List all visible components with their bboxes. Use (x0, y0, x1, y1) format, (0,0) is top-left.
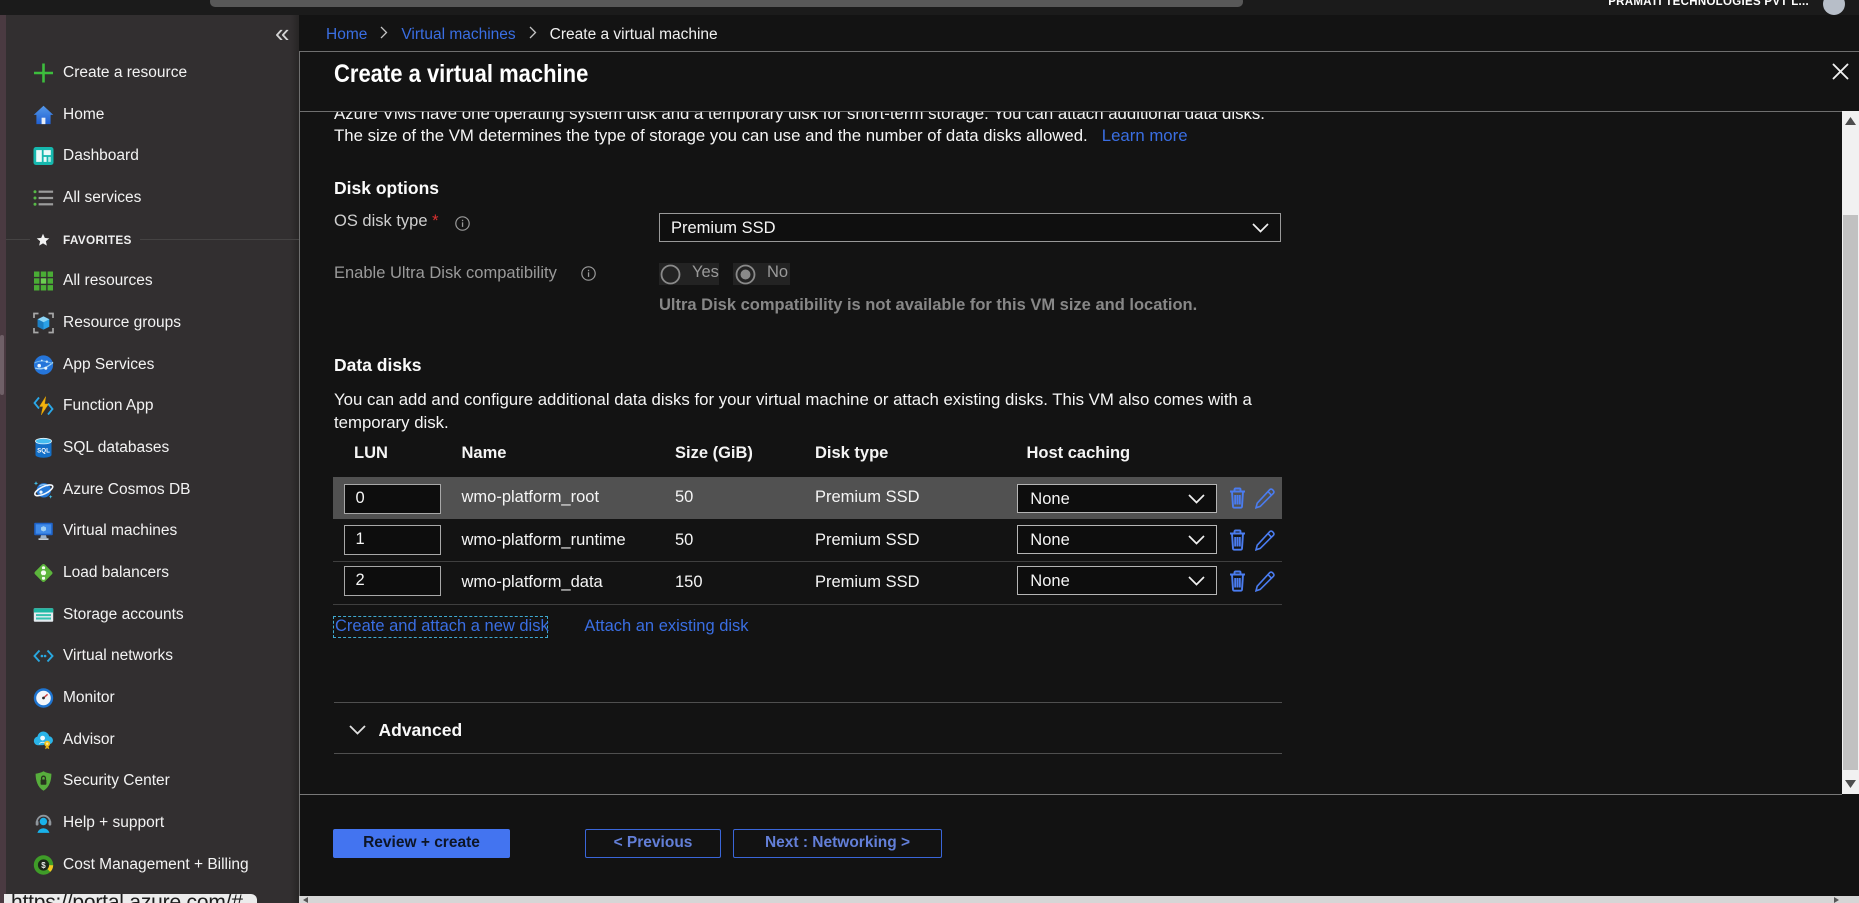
svg-text:$: $ (41, 860, 46, 869)
svg-text:SQL: SQL (37, 447, 50, 454)
